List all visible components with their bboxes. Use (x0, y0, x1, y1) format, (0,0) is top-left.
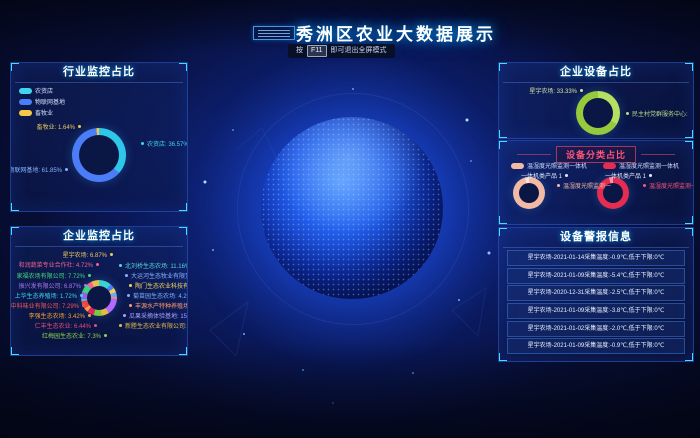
chart-label: 星宇农场: 6.87% (63, 253, 113, 259)
alarm-row: 星宇农场-2021-01-09采集温度:-5.4℃,低于下限:0℃ (507, 268, 685, 284)
chart-label: 和润蔬菜专业合作社: 4.72% (19, 263, 99, 269)
panel-title: 企业设备占比 (503, 63, 689, 83)
alarm-row: 星宇农场-2021-01-02采集温度:-2.0℃,低于下限:0℃ (507, 321, 685, 337)
hint-prefix: 按 (296, 44, 303, 58)
legend-swatch (19, 88, 32, 94)
chart-label: 民主村党群服务中心: (626, 112, 688, 118)
chart-label: 瓜果采摘体验基地: 15.02% (123, 314, 188, 320)
alarm-row: 星宇农场-2021-01-09采集温度:-0.9℃,低于下限:0℃ (507, 338, 685, 354)
chart-label: 中科味业有限公司: 7.29% (11, 304, 85, 310)
fullscreen-hint-bar: 按 F11 即可退出全屏模式 (288, 44, 395, 58)
panel-enterprise-monitor: 企业监控占比 星宇农场: 6.87% 和润蔬菜专业合作社: 4.72% 家福农场… (10, 226, 188, 356)
panel-enterprise-device: 企业设备占比 星宇农场: 33.33% 民主村党群服务中心: (498, 62, 694, 139)
title-line-right (641, 154, 675, 155)
chart-label: 家福农场有限公司: 7.72% (17, 274, 91, 280)
chart-label: 丰源水产特种养殖场: 1. (129, 304, 188, 310)
hint-suffix: 即可退出全屏模式 (331, 44, 387, 58)
chart-label: 菊苗园生态农场: 4.29% (127, 294, 188, 300)
f11-key: F11 (307, 45, 327, 57)
panel-title: 设备分类占比 (556, 146, 636, 163)
dashboard: 秀洲区农业大数据展示 按 F11 即可退出全屏模式 行业监控占比 农资店 物联网… (0, 0, 700, 438)
title-line-left (517, 154, 551, 155)
legend-swatch (511, 163, 524, 169)
legend-item-left[interactable]: 温湿度光照监测一体机 (511, 163, 587, 171)
chart-label: 农资店: 36.57% (141, 142, 188, 148)
legend-item-wulianwang[interactable]: 物联网基地 (19, 99, 65, 107)
device-category-right-donut[interactable] (597, 177, 629, 209)
industry-donut-chart[interactable] (72, 128, 126, 182)
device-ratio-donut-chart[interactable] (576, 91, 620, 135)
chart-label: 物联网基地: 61.85% (10, 168, 68, 174)
chart-label: 一体机类产品 1 (521, 174, 568, 180)
chart-label: 新塍生态农业有限公司: 6.87% (119, 324, 188, 330)
panel-title-wrap: 设备分类占比 (499, 146, 693, 163)
legend-swatch (19, 99, 32, 105)
device-category-left-donut[interactable] (513, 177, 545, 209)
chart-label: 上华生态养殖场: 1.72% (15, 294, 83, 300)
alarm-row: 星宇农场-2021-01-09采集温度:-3.8℃,低于下限:0℃ (507, 303, 685, 319)
chart-label: 一体机类产品 1 (605, 174, 652, 180)
page-title: 秀洲区农业大数据展示 (296, 20, 496, 45)
chart-label: 红梅园生态农业: 7.3% (42, 334, 107, 340)
panel-device-alarms: 设备警报信息 星宇农场-2021-01-14采集温度:-0.9℃,低于下限:0℃… (498, 227, 694, 362)
chart-label: 李强生态农场: 3.42% (29, 314, 91, 320)
chart-label: 星宇农场: 33.33% (529, 89, 583, 95)
chart-label: 北刘桥生态农场: 11.16% (119, 264, 188, 270)
legend-swatch (19, 110, 32, 116)
alarm-row: 星宇农场-2020-12-31采集温度:-2.5℃,低于下限:0℃ (507, 285, 685, 301)
logo-badge (253, 26, 295, 40)
panel-device-category: 设备分类占比 温湿度光照监测一体机 一体机类产品 1 温湿度光照监测一 温湿度光… (498, 140, 694, 225)
star-field (0, 0, 2, 2)
legend-swatch (603, 163, 616, 169)
chart-label: 大运河生态牧业有限责任公 (125, 274, 188, 280)
panel-title: 设备警报信息 (503, 228, 689, 248)
chart-label: 畜牧业: 1.64% (37, 125, 81, 131)
chart-label: 陶门生态农业科技有限公 (129, 284, 188, 290)
chart-label: 振兴发有限公司: 6.87% (19, 284, 87, 290)
panel-title: 企业监控占比 (15, 227, 183, 247)
legend-item-right[interactable]: 温湿度光照监测一体机 (603, 163, 679, 171)
legend-item-nongzidian[interactable]: 农资店 (19, 88, 53, 96)
panel-title: 行业监控占比 (15, 63, 183, 83)
alarm-row: 星宇农场-2021-01-14采集温度:-0.9℃,低于下限:0℃ (507, 250, 685, 266)
panel-industry-monitor: 行业监控占比 农资店 物联网基地 畜牧业 畜牧业: 1.64% 农资店: 36.… (10, 62, 188, 212)
globe-highlight (261, 117, 443, 299)
legend-item-xumuye[interactable]: 畜牧业 (19, 110, 53, 118)
chart-label: 温湿度光照监测一 (643, 184, 694, 190)
globe (261, 117, 443, 299)
chart-label: 温湿度光照监测一 (557, 184, 611, 190)
chart-label: 仁丰生态农业: 6.44% (35, 324, 97, 330)
